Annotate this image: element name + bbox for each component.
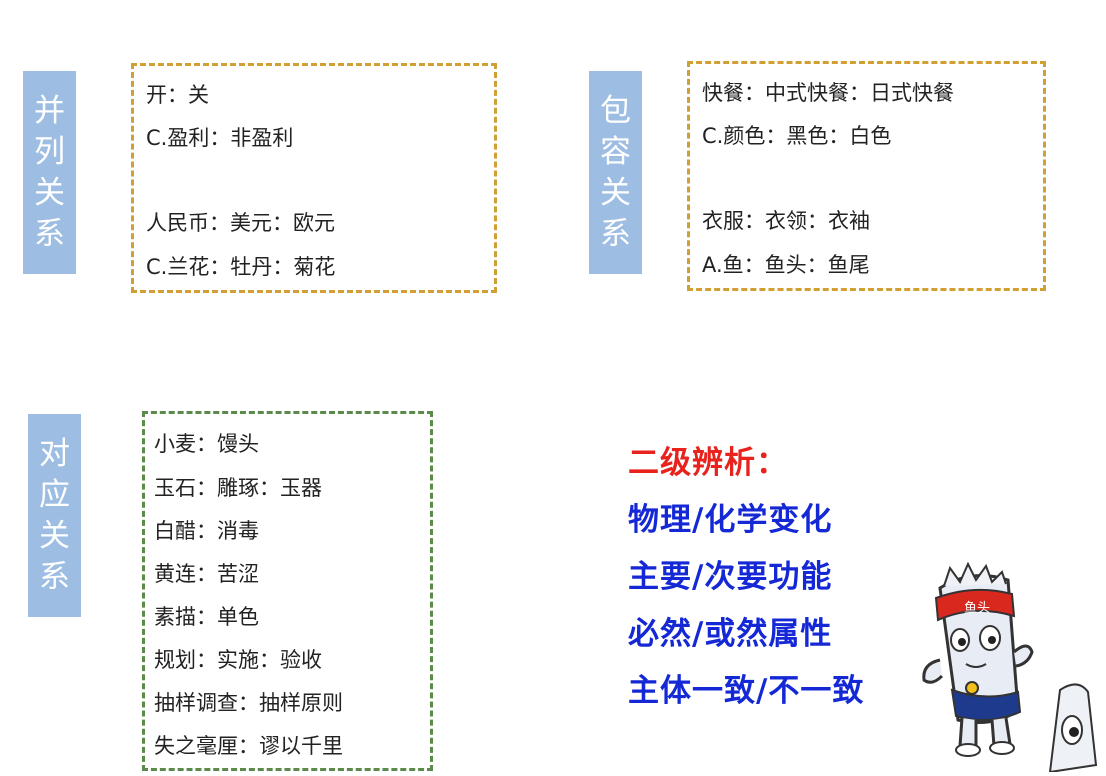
label-char: 系 [39, 558, 70, 595]
label-char: 对 [39, 435, 70, 472]
example-line: 抽样调查：抽样原则 [154, 691, 343, 715]
inclusion-relation-label: 包 容 关 系 [589, 71, 642, 274]
example-line: 人民币：美元：欧元 [146, 211, 335, 235]
analysis-item: 主要/次要功能 [628, 559, 833, 595]
example-line: C.兰花：牡丹：菊花 [146, 255, 336, 279]
example-line: 规划：实施：验收 [154, 648, 322, 672]
label-char: 容 [600, 133, 631, 170]
example-line: 开：关 [146, 83, 209, 107]
analysis-item: 主体一致/不一致 [628, 673, 865, 709]
example-line: 失之毫厘：谬以千里 [154, 734, 343, 758]
label-char: 系 [600, 215, 631, 252]
label-char: 系 [34, 215, 65, 252]
analysis-item: 物理/化学变化 [628, 502, 833, 538]
label-char: 包 [600, 92, 631, 129]
label-char: 应 [39, 476, 70, 513]
label-char: 关 [39, 517, 70, 554]
label-char: 并 [34, 92, 65, 129]
example-line: 素描：单色 [154, 605, 259, 629]
correspondence-relation-label: 对 应 关 系 [28, 414, 81, 617]
parallel-relation-label: 并 列 关 系 [23, 71, 76, 274]
example-line: A.鱼：鱼头：鱼尾 [702, 253, 870, 277]
example-line: C.颜色：黑色：白色 [702, 124, 892, 148]
example-line: 玉石：雕琢：玉器 [154, 476, 322, 500]
mascot-headband-text: 鱼头 [964, 600, 990, 616]
analysis-item: 必然/或然属性 [628, 616, 833, 652]
example-line: C.盈利：非盈利 [146, 126, 294, 150]
analysis-title: 二级辨析： [628, 445, 788, 481]
cartoon-mascot-icon: 鱼头 [910, 560, 1106, 774]
label-char: 关 [600, 174, 631, 211]
label-char: 列 [34, 133, 65, 170]
example-line: 快餐：中式快餐：日式快餐 [702, 81, 954, 105]
example-line: 黄连：苦涩 [154, 562, 259, 586]
correspondence-relation-box [142, 411, 433, 771]
example-line: 衣服：衣领：衣袖 [702, 209, 870, 233]
label-char: 关 [34, 174, 65, 211]
example-line: 白醋：消毒 [154, 519, 259, 543]
example-line: 小麦：馒头 [154, 432, 259, 456]
